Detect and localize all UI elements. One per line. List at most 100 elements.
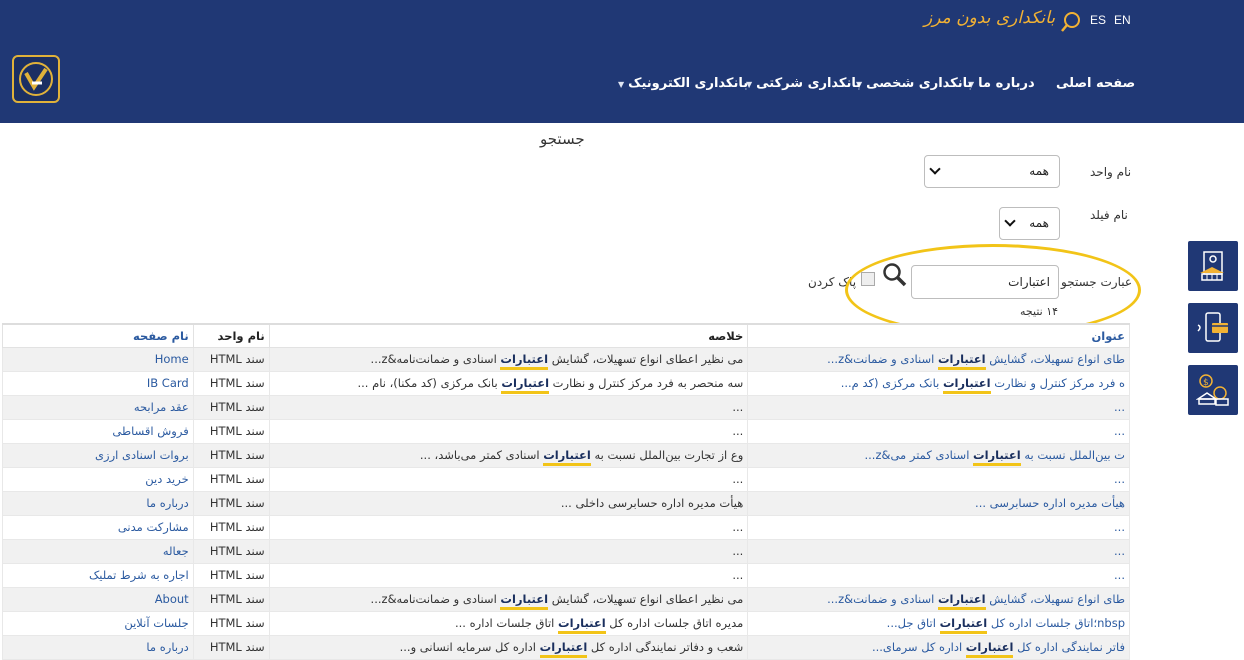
table-row[interactable]: ...... سند HTML خرید دین xyxy=(2,466,1130,492)
table-row[interactable]: ...... سند HTML عقد مرابحه xyxy=(2,394,1130,420)
table-row[interactable]: ...... سند HTML فروش اقساطی xyxy=(2,418,1130,444)
result-summary-text: ... xyxy=(732,424,744,438)
result-unit: سند HTML xyxy=(192,394,270,420)
result-unit-text: سند HTML xyxy=(209,520,265,534)
table-row[interactable]: ...... سند HTML جعاله xyxy=(2,538,1130,564)
keyword-highlight: اعتبارات xyxy=(543,448,591,466)
result-title-link-text: اداره کل سرمای... xyxy=(871,640,966,654)
result-title-link[interactable]: ... xyxy=(747,514,1130,540)
result-title-link[interactable]: ... xyxy=(747,562,1130,588)
nav-home[interactable]: صفحه اصلی xyxy=(1056,76,1135,91)
nav-home-label: صفحه اصلی xyxy=(1056,76,1136,91)
result-title-link[interactable]: فاتر نمایندگی اداره کل اعتبارات اداره کل… xyxy=(747,634,1130,660)
result-title-link[interactable]: ه فرد مرکز کنترل و نظارت اعتبارات بانک م… xyxy=(747,370,1130,396)
side-mobile-card-button[interactable] xyxy=(1188,303,1238,353)
result-unit: سند HTML xyxy=(192,442,270,468)
table-row[interactable]: هیأت مدیره اداره حسابرسی ... هیأت مدیره ا… xyxy=(2,490,1130,516)
result-page-link[interactable]: جلسات آنلاین xyxy=(2,610,194,636)
result-title-link[interactable]: ت بین‌الملل نسبت به اعتبارات اسنادی کمتر… xyxy=(747,442,1130,468)
bank-document-icon xyxy=(1200,251,1224,281)
result-page-link[interactable]: فروش اقساطی xyxy=(2,418,194,444)
result-summary: ... xyxy=(268,538,749,564)
result-unit: سند HTML xyxy=(192,490,270,516)
result-title-link-text: طای انواع تسهیلات، گشایش xyxy=(985,592,1125,606)
result-unit: سند HTML xyxy=(192,418,270,444)
brand-tagline: بانکداری بدون مرز xyxy=(924,8,1056,28)
field-select[interactable]: همه xyxy=(999,207,1060,240)
result-title-link-text: nbsp؛اتاق جلسات اداره کل xyxy=(987,616,1125,630)
mobile-card-icon xyxy=(1197,312,1228,342)
result-page-link[interactable]: About xyxy=(2,586,194,612)
clear-button[interactable]: پاک کردن xyxy=(808,275,856,289)
result-page-link[interactable]: درباره ما xyxy=(2,490,194,516)
result-page-link[interactable]: اجاره به شرط تملیک xyxy=(2,562,194,588)
unit-select[interactable]: همه xyxy=(924,155,1060,188)
column-header-title[interactable]: عنوان xyxy=(747,323,1130,348)
table-row[interactable]: طای انواع تسهیلات، گشایش اعتبارات اسنادی… xyxy=(2,586,1130,612)
result-unit: سند HTML xyxy=(192,370,270,396)
result-title-link-text: ه فرد مرکز کنترل و نظارت xyxy=(990,376,1125,390)
column-header-page[interactable]: نام صفحه xyxy=(2,323,194,348)
result-unit: سند HTML xyxy=(192,634,270,660)
result-page-link[interactable]: جعاله xyxy=(2,538,194,564)
column-header-unit[interactable]: نام واحد xyxy=(192,323,270,348)
keyword-highlight: اعتبارات xyxy=(973,448,1021,466)
bank-logo[interactable] xyxy=(12,55,60,103)
search-icon[interactable] xyxy=(1060,11,1082,33)
result-unit-text: سند HTML xyxy=(209,592,265,606)
search-input[interactable]: اعتبارات xyxy=(911,265,1059,299)
result-unit: سند HTML xyxy=(192,514,270,540)
table-row[interactable]: nbsp؛اتاق جلسات اداره کل اعتبارات اتاق ج… xyxy=(2,610,1130,636)
result-title-link-text: اتاق جل... xyxy=(886,616,940,630)
nav-about[interactable]: درباره ما▼ xyxy=(968,76,1035,91)
result-unit-text: سند HTML xyxy=(209,352,265,366)
result-title-link[interactable]: nbsp؛اتاق جلسات اداره کل اعتبارات اتاق ج… xyxy=(747,610,1130,636)
site-header: بانکداری بدون مرز ES EN صفحه اصلی درباره… xyxy=(0,0,1244,123)
result-page-link[interactable]: بروات اسنادی ارزی xyxy=(2,442,194,468)
result-summary: ... xyxy=(268,562,749,588)
result-page-link[interactable]: درباره ما xyxy=(2,634,194,660)
result-page-link-text: درباره ما xyxy=(146,496,189,510)
result-title-link[interactable]: ... xyxy=(747,418,1130,444)
result-unit-text: سند HTML xyxy=(209,376,265,390)
result-page-link-text: About xyxy=(154,592,189,606)
result-unit: سند HTML xyxy=(192,538,270,564)
nav-personal-banking[interactable]: بانکداری شخصی▼ xyxy=(856,76,972,91)
svg-text:$: $ xyxy=(1203,378,1209,388)
result-page-link[interactable]: خرید دین xyxy=(2,466,194,492)
table-row[interactable]: ه فرد مرکز کنترل و نظارت اعتبارات بانک م… xyxy=(2,370,1130,396)
search-icon[interactable] xyxy=(882,262,908,288)
table-row[interactable]: ت بین‌الملل نسبت به اعتبارات اسنادی کمتر… xyxy=(2,442,1130,468)
result-page-link[interactable]: IB Card xyxy=(2,370,194,396)
result-title-link[interactable]: طای انواع تسهیلات، گشایش اعتبارات اسنادی… xyxy=(747,586,1130,612)
result-page-link[interactable]: مشارکت مدنی xyxy=(2,514,194,540)
lang-en-link[interactable]: EN xyxy=(1114,13,1131,27)
result-title-link[interactable]: ... xyxy=(747,466,1130,492)
nav-electronic-banking[interactable]: بانکداری الکترونیک▼ xyxy=(618,76,748,91)
table-row[interactable]: فاتر نمایندگی اداره کل اعتبارات اداره کل… xyxy=(2,634,1130,660)
chevron-down-icon xyxy=(1004,215,1016,227)
result-title-link[interactable]: هیأت مدیره اداره حسابرسی ... xyxy=(747,490,1130,516)
table-row[interactable]: طای انواع تسهیلات، گشایش اعتبارات اسنادی… xyxy=(2,346,1130,372)
result-unit-text: سند HTML xyxy=(209,640,265,654)
side-currency-exchange-button[interactable]: $ xyxy=(1188,365,1238,415)
lang-es-link[interactable]: ES xyxy=(1090,13,1106,27)
nav-personal-label: بانکداری شخصی xyxy=(866,76,973,91)
nav-corporate-banking[interactable]: بانکداری شرکتی▼ xyxy=(746,76,861,91)
result-page-link[interactable]: Home xyxy=(2,346,194,372)
result-title-link[interactable]: ... xyxy=(747,538,1130,564)
side-bank-document-button[interactable] xyxy=(1188,241,1238,291)
table-row[interactable]: ...... سند HTML مشارکت مدنی xyxy=(2,514,1130,540)
broken-image-icon xyxy=(861,272,875,286)
result-page-link-text: فروش اقساطی xyxy=(112,424,189,438)
result-title-link[interactable]: طای انواع تسهیلات، گشایش اعتبارات اسنادی… xyxy=(747,346,1130,372)
result-summary-text: سه منحصر به فرد مرکز کنترل و نظارت xyxy=(549,376,744,390)
table-row[interactable]: ...... سند HTML اجاره به شرط تملیک xyxy=(2,562,1130,588)
keyword-highlight: اعتبارات xyxy=(500,352,549,370)
result-title-link[interactable]: ... xyxy=(747,394,1130,420)
result-page-link[interactable]: عقد مرابحه xyxy=(2,394,194,420)
result-summary: سه منحصر به فرد مرکز کنترل و نظارت اعتبا… xyxy=(268,370,749,396)
column-header-summary[interactable]: خلاصه xyxy=(268,323,749,348)
result-summary: مدیره اتاق جلسات اداره کل اعتبارات اتاق … xyxy=(268,610,749,636)
result-summary-text: اسنادی و ضمانت‌نامه&z... xyxy=(370,592,501,606)
